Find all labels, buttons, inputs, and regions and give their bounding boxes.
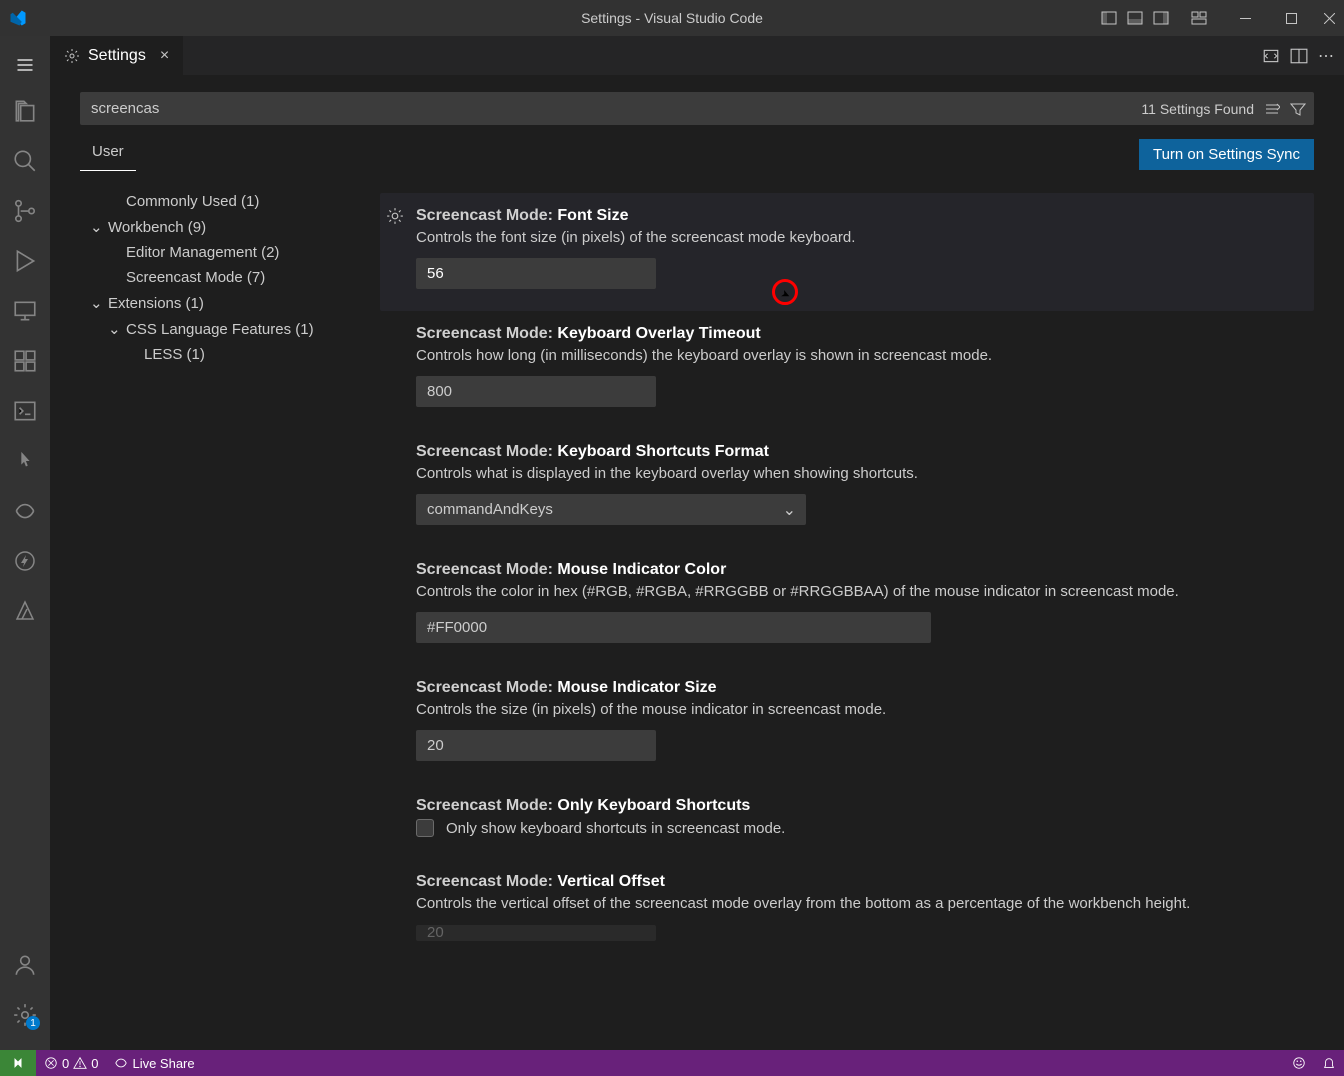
setting-checkbox[interactable] xyxy=(416,819,434,837)
setting-row: Screencast Mode: Keyboard Shortcuts Form… xyxy=(380,429,1314,547)
explorer-icon[interactable] xyxy=(0,86,50,136)
customize-layout-icon[interactable] xyxy=(1188,7,1210,29)
vscode-logo-icon xyxy=(0,9,36,27)
chevron-down-icon: ⌄ xyxy=(108,320,120,338)
setting-input[interactable] xyxy=(416,258,656,289)
account-icon[interactable] xyxy=(0,940,50,990)
problems-errors[interactable]: 0 0 xyxy=(36,1050,106,1076)
chevron-down-icon: ⌄ xyxy=(90,218,102,236)
tab-bar: Settings × ⋯ xyxy=(50,36,1344,76)
search-icon[interactable] xyxy=(0,136,50,186)
checkbox-label: Only show keyboard shortcuts in screenca… xyxy=(446,820,785,837)
gear-badge: 1 xyxy=(26,1016,40,1030)
extensions-icon[interactable] xyxy=(0,336,50,386)
source-control-icon[interactable] xyxy=(0,186,50,236)
close-icon[interactable]: × xyxy=(160,47,169,65)
search-results-count: 11 Settings Found xyxy=(1141,101,1254,117)
close-button[interactable] xyxy=(1314,0,1344,36)
terminal-icon[interactable] xyxy=(0,386,50,436)
toc-workbench[interactable]: ⌄Workbench (9) xyxy=(90,214,359,240)
setting-row: Screencast Mode: Keyboard Overlay Timeou… xyxy=(380,311,1314,429)
notifications-icon[interactable] xyxy=(1314,1056,1344,1070)
feedback-icon[interactable] xyxy=(1284,1056,1314,1070)
gear-icon xyxy=(64,48,80,64)
azure-icon[interactable] xyxy=(0,586,50,636)
setting-title: Screencast Mode: Mouse Indicator Size xyxy=(416,679,1314,697)
toggle-secondary-sidebar-icon[interactable] xyxy=(1150,7,1172,29)
setting-description: Controls how long (in milliseconds) the … xyxy=(416,347,1314,364)
toc-editor-management[interactable]: Editor Management (2) xyxy=(90,240,359,265)
activity-bar: 1 xyxy=(0,36,50,1050)
menu-icon[interactable] xyxy=(0,40,50,90)
setting-title: Screencast Mode: Vertical Offset xyxy=(416,873,1314,891)
toc-commonly-used[interactable]: Commonly Used (1) xyxy=(90,189,359,214)
liveshare-status[interactable]: Live Share xyxy=(106,1050,202,1076)
manage-gear-icon[interactable]: 1 xyxy=(0,990,50,1040)
chevron-down-icon: ⌄ xyxy=(90,294,102,312)
setting-row: Screencast Mode: Mouse Indicator Color Co… xyxy=(380,547,1314,665)
status-bar: 0 0 Live Share xyxy=(0,1050,1344,1076)
more-actions-icon[interactable]: ⋯ xyxy=(1318,46,1334,66)
setting-input[interactable] xyxy=(416,612,931,643)
setting-description: Controls the font size (in pixels) of th… xyxy=(416,229,1314,246)
pointer-icon[interactable] xyxy=(0,436,50,486)
tab-settings[interactable]: Settings × xyxy=(50,36,184,75)
setting-row: Screencast Mode: Font Size Controls the f… xyxy=(380,193,1314,311)
settings-list[interactable]: Screencast Mode: Font Size Controls the f… xyxy=(360,181,1344,1050)
setting-input[interactable] xyxy=(416,376,656,407)
thunder-icon[interactable] xyxy=(0,536,50,586)
maximize-button[interactable] xyxy=(1268,0,1314,36)
toc-css-language[interactable]: ⌄CSS Language Features (1) xyxy=(90,316,359,342)
remote-explorer-icon[interactable] xyxy=(0,286,50,336)
setting-select[interactable] xyxy=(416,494,806,525)
settings-sync-button[interactable]: Turn on Settings Sync xyxy=(1139,139,1314,170)
settings-toc: Commonly Used (1) ⌄Workbench (9) Editor … xyxy=(50,181,360,1050)
liveshare-icon[interactable] xyxy=(0,486,50,536)
setting-input[interactable] xyxy=(416,925,656,941)
toggle-panel-icon[interactable] xyxy=(1124,7,1146,29)
setting-title: Screencast Mode: Mouse Indicator Color xyxy=(416,561,1314,579)
open-settings-json-icon[interactable] xyxy=(1262,47,1280,65)
filter-icon[interactable] xyxy=(1290,101,1306,117)
remote-indicator[interactable] xyxy=(0,1050,36,1076)
toggle-primary-sidebar-icon[interactable] xyxy=(1098,7,1120,29)
setting-description: Controls the vertical offset of the scre… xyxy=(416,895,1314,912)
setting-title: Screencast Mode: Only Keyboard Shortcuts xyxy=(416,797,1314,815)
setting-row: Screencast Mode: Vertical Offset Controls… xyxy=(380,859,1314,964)
toc-extensions[interactable]: ⌄Extensions (1) xyxy=(90,290,359,316)
toc-less[interactable]: LESS (1) xyxy=(90,342,359,367)
setting-description: Controls the size (in pixels) of the mou… xyxy=(416,701,1314,718)
setting-description: Controls the color in hex (#RGB, #RGBA, … xyxy=(416,583,1314,600)
title-bar: Settings - Visual Studio Code xyxy=(0,0,1344,36)
run-debug-icon[interactable] xyxy=(0,236,50,286)
setting-description: Controls what is displayed in the keyboa… xyxy=(416,465,1314,482)
split-editor-icon[interactable] xyxy=(1290,47,1308,65)
clear-search-icon[interactable] xyxy=(1264,101,1280,117)
toc-screencast-mode[interactable]: Screencast Mode (7) xyxy=(90,265,359,290)
setting-title: Screencast Mode: Font Size xyxy=(416,207,1314,225)
setting-row: Screencast Mode: Mouse Indicator Size Con… xyxy=(380,665,1314,783)
settings-editor: 11 Settings Found User Turn on Settings … xyxy=(50,76,1344,1050)
minimize-button[interactable] xyxy=(1222,0,1268,36)
setting-title: Screencast Mode: Keyboard Overlay Timeou… xyxy=(416,325,1314,343)
settings-search-input[interactable] xyxy=(80,92,1314,125)
gear-icon[interactable] xyxy=(386,207,404,225)
editor-layout-icons xyxy=(1098,7,1210,29)
setting-row: Screencast Mode: Only Keyboard Shortcuts… xyxy=(380,783,1314,859)
tab-label: Settings xyxy=(88,47,146,65)
setting-input[interactable] xyxy=(416,730,656,761)
scope-user-tab[interactable]: User xyxy=(80,137,136,171)
setting-title: Screencast Mode: Keyboard Shortcuts Form… xyxy=(416,443,1314,461)
